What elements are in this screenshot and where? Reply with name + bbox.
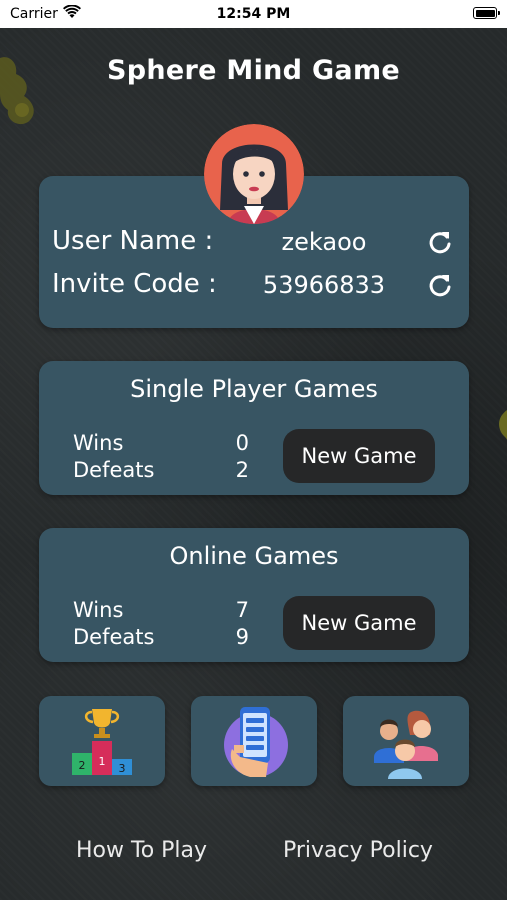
single-wins-label: Wins [73,431,124,455]
friends-tile[interactable] [343,696,469,786]
single-defeats-label: Defeats [73,458,155,482]
podium-first-label: 1 [99,755,106,768]
page-title: Sphere Mind Game [106,55,401,86]
single-player-card: Single Player Games Wins 0 Defeats 2 New… [39,361,469,495]
battery-icon [473,7,500,19]
online-defeats-label: Defeats [73,625,155,649]
phone-in-hand-icon [224,707,288,777]
online-wins-label: Wins [73,598,124,622]
single-new-game-button[interactable]: New Game [283,429,435,483]
single-player-title: Single Player Games [130,375,378,403]
leaderboard-podium-icon: 2 1 3 [72,709,132,775]
paint-splash-decoration [499,410,507,440]
status-bar: Carrier 12:54 PM [0,0,507,28]
online-games-title: Online Games [169,542,339,570]
leaderboard-tile[interactable]: 2 1 3 [39,696,165,786]
online-defeats-value: 9 [235,625,249,649]
how-to-play-tile[interactable] [191,696,317,786]
user-name-label: User Name : [52,226,214,256]
how-to-play-link[interactable]: How To Play [76,838,207,863]
friends-group-icon [374,710,438,779]
user-name-value: zekaoo [281,228,367,256]
online-new-game-button[interactable]: New Game [283,596,435,650]
single-defeats-value: 2 [235,458,249,482]
single-wins-value: 0 [235,431,249,455]
clock: 12:54 PM [216,6,291,22]
podium-second-label: 2 [79,759,86,772]
podium-third-label: 3 [119,762,126,775]
online-wins-value: 7 [235,598,249,622]
refresh-username-icon[interactable] [427,229,453,255]
invite-code-label: Invite Code : [52,269,217,299]
privacy-policy-link[interactable]: Privacy Policy [283,838,433,863]
online-games-card: Online Games Wins 7 Defeats 9 New Game [39,528,469,662]
avatar[interactable] [204,124,304,224]
refresh-invite-code-icon[interactable] [427,272,453,298]
invite-code-value: 53966833 [262,271,386,299]
